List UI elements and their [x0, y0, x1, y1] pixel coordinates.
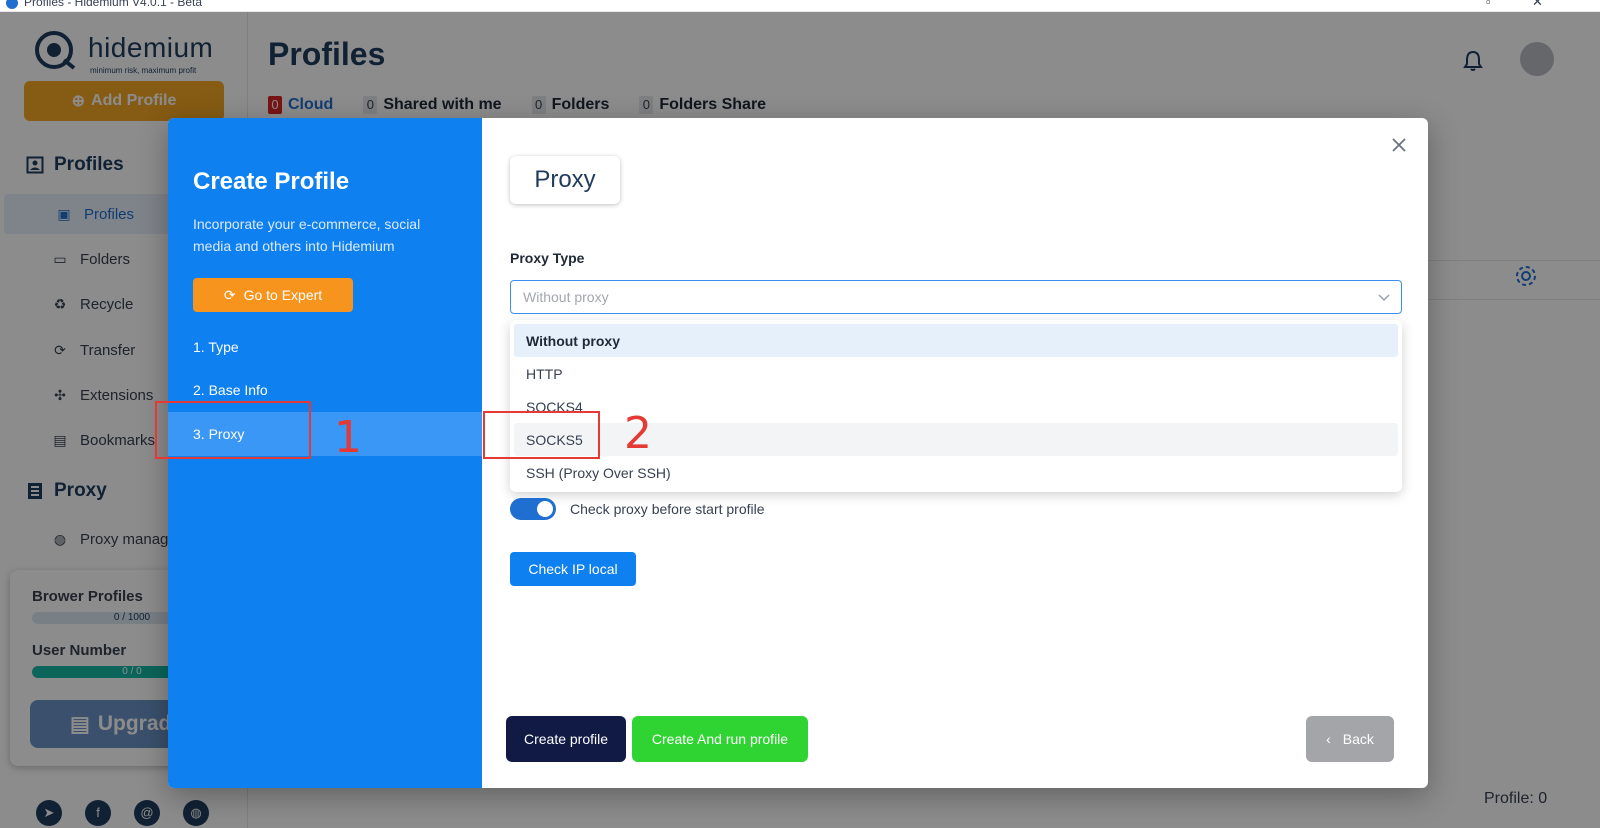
section-label: Proxy: [510, 156, 620, 204]
maximize-icon[interactable]: ▫: [1486, 0, 1491, 9]
option-without-proxy[interactable]: Without proxy: [514, 324, 1398, 357]
option-ssh[interactable]: SSH (Proxy Over SSH): [514, 456, 1398, 489]
annotation-box-2: [483, 411, 600, 459]
annotation-label-2: 2: [624, 408, 652, 459]
annotation-label-1: 1: [334, 412, 362, 463]
toggle-knob: [537, 501, 553, 517]
chevron-left-icon: ‹: [1326, 731, 1331, 747]
go-to-expert-button[interactable]: ⟳ Go to Expert: [193, 278, 353, 312]
proxy-type-select[interactable]: Without proxy: [510, 280, 1402, 314]
modal-title: Create Profile: [193, 168, 350, 195]
check-proxy-label: Check proxy before start profile: [570, 501, 765, 517]
check-proxy-row: Check proxy before start profile: [510, 498, 765, 520]
create-and-run-button[interactable]: Create And run profile: [632, 716, 808, 762]
proxy-type-value: Without proxy: [523, 289, 609, 305]
check-proxy-toggle[interactable]: [510, 498, 556, 520]
close-icon[interactable]: [1390, 136, 1408, 154]
app-logo-icon: [6, 0, 18, 9]
modal-description: Incorporate your e-commerce, social medi…: [193, 216, 421, 254]
proxy-type-dropdown: Without proxy HTTP SOCKS4 SOCKS5 SSH (Pr…: [510, 320, 1402, 492]
window-title: Profiles - Hidemium V4.0.1 - Beta: [24, 0, 203, 9]
refresh-icon: ⟳: [223, 286, 236, 303]
proxy-type-label: Proxy Type: [510, 250, 585, 266]
close-window-icon[interactable]: ✕: [1532, 0, 1543, 10]
option-http[interactable]: HTTP: [514, 357, 1398, 390]
annotation-box-1: [155, 401, 311, 459]
step-type[interactable]: 1. Type: [168, 325, 482, 369]
check-ip-local-button[interactable]: Check IP local: [510, 552, 636, 586]
back-button[interactable]: ‹ Back: [1306, 716, 1394, 762]
chevron-down-icon: [1378, 294, 1390, 302]
window-title-bar: Profiles - Hidemium V4.0.1 - Beta ▫ ✕: [0, 0, 1600, 12]
create-profile-button[interactable]: Create profile: [506, 716, 626, 762]
